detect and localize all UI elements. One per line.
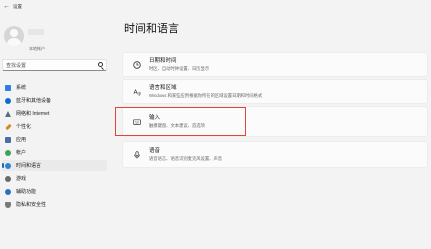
avatar — [4, 26, 24, 46]
search-icon[interactable] — [98, 62, 103, 67]
sidebar-item-label: 游戏 — [16, 176, 27, 182]
apps-icon — [5, 137, 11, 143]
page-title: 时间和语言 — [124, 23, 179, 35]
microphone-icon — [134, 151, 140, 159]
sidebar-item-label: 个性化 — [16, 124, 32, 130]
user-profile[interactable]: 本地帐户 — [4, 26, 104, 58]
sidebar-item-label: 辅助功能 — [16, 189, 37, 195]
system-icon — [5, 85, 11, 91]
sidebar-item-accessibility[interactable]: 辅助功能 — [2, 186, 107, 197]
account-icon — [5, 150, 11, 156]
sidebar-item-label: 系统 — [16, 85, 27, 91]
search-input[interactable]: 查找设置 — [2, 59, 107, 71]
sidebar-item-label: 网络和 Internet — [16, 111, 50, 117]
app-title: 设置 — [13, 4, 22, 9]
brush-icon — [5, 123, 12, 131]
sidebar-item-label: 帐户 — [16, 150, 27, 156]
sidebar-item-personalization[interactable]: 个性化 — [2, 121, 107, 132]
sidebar-item-apps[interactable]: 应用 — [2, 134, 107, 145]
globe-language-icon: A 字 — [134, 89, 142, 97]
sidebar-item-gaming[interactable]: 游戏 — [2, 173, 107, 184]
sidebar-item-label: 蓝牙和其他设备 — [16, 98, 52, 104]
card-title: 语音 — [149, 148, 161, 154]
sidebar-item-accounts[interactable]: 帐户 — [2, 147, 107, 158]
sidebar: 本地帐户 查找设置 系统 蓝牙和其他设备 网络和 Internet 个性化 应用… — [0, 14, 112, 249]
sidebar-item-privacy[interactable]: 隐私和安全性 — [2, 199, 107, 210]
card-subtitle: 语音语言、语音识别麦克风设置、声音 — [149, 156, 223, 161]
bluetooth-icon — [5, 98, 11, 104]
profile-name-redacted — [28, 29, 44, 35]
game-icon — [5, 176, 11, 182]
card-title: 语言和区域 — [149, 85, 177, 91]
card-subtitle: Windows 和某些应用根据你所在的区域设置日期和时间格式 — [149, 93, 263, 98]
highlight-annotation-box — [115, 107, 246, 136]
sidebar-item-label: 隐私和安全性 — [16, 202, 47, 208]
sidebar-item-system[interactable]: 系统 — [2, 82, 107, 93]
title-bar: ← 设置 — [0, 0, 431, 14]
search-placeholder: 查找设置 — [6, 63, 27, 69]
network-icon — [5, 111, 11, 117]
time-language-icon — [5, 163, 11, 169]
card-language-region[interactable]: A 字 语言和区域 Windows 和某些应用根据你所在的区域设置日期和时间格式 — [122, 79, 428, 104]
sidebar-item-label: 时间和语言 — [16, 163, 42, 169]
sidebar-item-label: 应用 — [16, 137, 27, 143]
sidebar-item-network[interactable]: 网络和 Internet — [2, 108, 107, 119]
accessibility-icon — [5, 189, 11, 195]
sidebar-item-time-language[interactable]: 时间和语言 — [2, 160, 107, 171]
card-title: 日期和时间 — [149, 58, 177, 64]
back-arrow-icon[interactable]: ← — [3, 3, 10, 10]
clock-icon — [133, 61, 141, 69]
card-speech[interactable]: 语音 语音语言、语音识别麦克风设置、声音 — [122, 141, 428, 168]
svg-text:字: 字 — [137, 91, 141, 97]
sidebar-item-bluetooth[interactable]: 蓝牙和其他设备 — [2, 95, 107, 106]
card-subtitle: 时区、自动时钟设置、日历显示 — [149, 66, 210, 71]
privacy-shield-icon — [5, 202, 11, 208]
profile-account-type: 本地帐户 — [29, 46, 45, 51]
card-date-time[interactable]: 日期和时间 时区、自动时钟设置、日历显示 — [122, 52, 428, 77]
